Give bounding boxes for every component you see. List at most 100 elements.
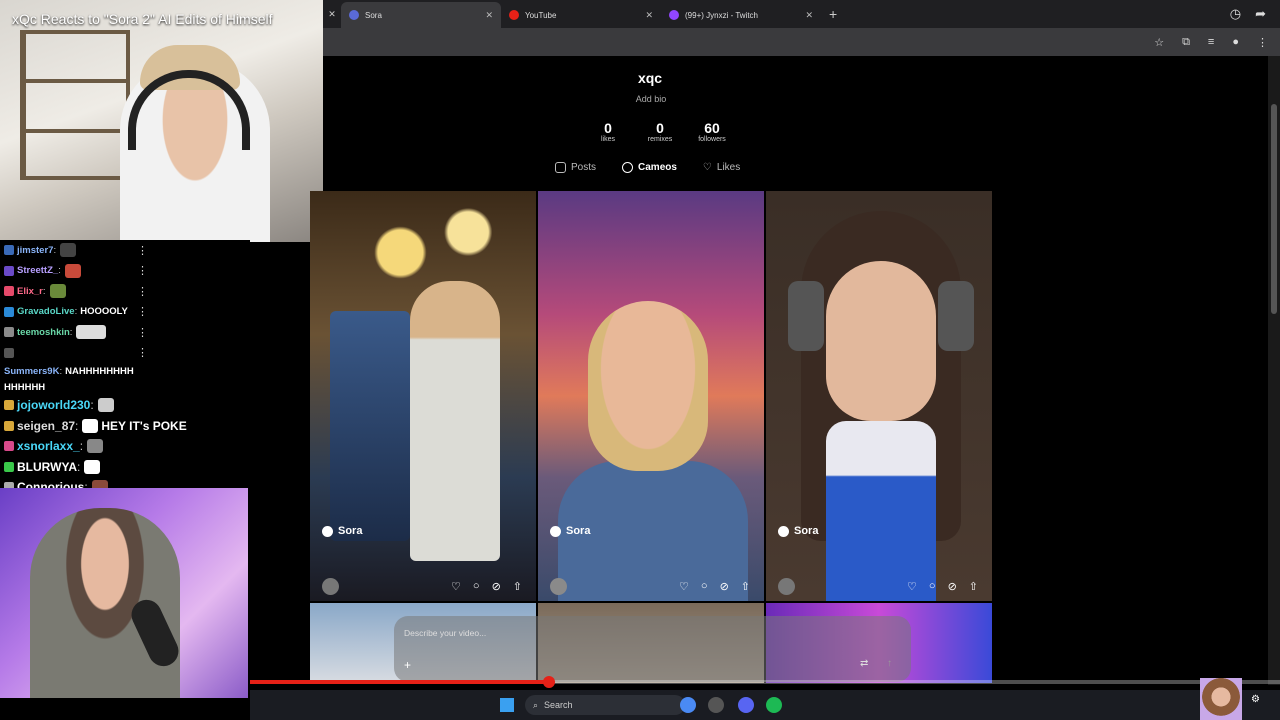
- video-card[interactable]: Sora ♡ ○ ⊘ ⇧: [538, 191, 764, 601]
- chat-username[interactable]: seigen_87: [17, 419, 75, 433]
- tab-close-icon[interactable]: ✕: [485, 10, 493, 21]
- more-icon[interactable]: ⋮: [137, 305, 148, 318]
- slot-machine: [330, 311, 410, 541]
- chat-username[interactable]: jimster7: [17, 245, 53, 256]
- tab-close-icon[interactable]: ✕: [805, 10, 813, 21]
- sora-label: Sora: [778, 525, 818, 537]
- tab-posts[interactable]: Posts: [555, 162, 596, 173]
- scrollbar-thumb[interactable]: [1271, 104, 1277, 314]
- chat-text: HOOOOLY: [80, 306, 128, 318]
- stat-label: likes: [600, 136, 615, 143]
- chat-username[interactable]: GravadoLive: [17, 306, 75, 317]
- sora-profile-page: xqc Add bio 0 likes 0 remixes 60 followe…: [310, 56, 1268, 685]
- taskbar-search[interactable]: ⌕ Search: [525, 695, 685, 715]
- share-icon[interactable]: ⇧: [969, 580, 978, 593]
- avatar[interactable]: [778, 578, 795, 595]
- remix-icon[interactable]: ⊘: [948, 580, 957, 593]
- more-icon[interactable]: ⋮: [137, 346, 148, 359]
- share-icon[interactable]: ➦: [1255, 6, 1266, 22]
- streamer-webcam: xQc Reacts to "Sora 2" AI Edits of Himse…: [0, 0, 323, 242]
- plus-icon[interactable]: +: [821, 6, 845, 22]
- tab-close-icon[interactable]: ✕: [645, 10, 653, 21]
- chat-username[interactable]: teemoshkin: [17, 327, 70, 338]
- remix-icon[interactable]: ⊘: [492, 580, 501, 593]
- spotify-icon[interactable]: [766, 697, 782, 713]
- media-icon[interactable]: ≡: [1208, 36, 1214, 48]
- heart-icon[interactable]: ♡: [451, 580, 461, 593]
- chat-message: StreettZ_: ⋮: [0, 261, 250, 282]
- more-icon[interactable]: ⋮: [137, 264, 148, 277]
- search-icon: ⌕: [533, 699, 539, 710]
- profile-icon[interactable]: ●: [1232, 36, 1239, 48]
- obs-icon[interactable]: [708, 697, 724, 713]
- star-icon[interactable]: ☆: [1154, 36, 1164, 49]
- sora-favicon-icon: [349, 10, 359, 20]
- headset-right: [938, 281, 974, 351]
- stat-label: remixes: [647, 136, 673, 143]
- chat-message: seigen_87: HEY IT's POKE: [0, 416, 250, 437]
- chat-username[interactable]: jojoworld230: [17, 398, 90, 412]
- tab-label: Posts: [571, 162, 597, 173]
- tab-likes[interactable]: ♡ Likes: [703, 162, 740, 173]
- chat-message: GravadoLive: HOOOOLY ⋮: [0, 302, 250, 323]
- menu-icon[interactable]: ⋮: [1257, 36, 1268, 49]
- stat-followers[interactable]: 60 followers: [697, 120, 727, 143]
- tab-twitch[interactable]: (99+) Jynxzi - Twitch ✕: [661, 2, 821, 28]
- prompt-input[interactable]: Describe your video...: [404, 628, 486, 638]
- emote-icon: [97, 398, 114, 413]
- close-icon[interactable]: ✕: [323, 9, 341, 20]
- face: [826, 261, 936, 421]
- heart-icon[interactable]: ♡: [907, 580, 917, 593]
- video-card[interactable]: Sora ♡ ○ ⊘ ⇧: [310, 191, 536, 601]
- discord-icon[interactable]: [738, 697, 754, 713]
- chat-username[interactable]: xsnorlaxx_: [17, 439, 80, 453]
- progress-played: [250, 680, 549, 684]
- extensions-icon[interactable]: ⧉: [1182, 36, 1190, 49]
- page-scrollbar[interactable]: [1268, 56, 1280, 685]
- chat-text: HHHHHH: [4, 381, 46, 393]
- video-card[interactable]: Sora ♡ ○ ⊘ ⇧: [766, 191, 992, 601]
- tab-youtube[interactable]: YouTube ✕: [501, 2, 661, 28]
- comment-icon[interactable]: ○: [929, 580, 936, 593]
- youtube-favicon-icon: [509, 10, 519, 20]
- tab-sora[interactable]: Sora ✕: [341, 2, 501, 28]
- video-progress-bar[interactable]: [250, 676, 1280, 688]
- windows-start-icon[interactable]: [500, 698, 514, 712]
- plus-icon[interactable]: +: [404, 658, 411, 672]
- guest-webcam: [0, 488, 248, 698]
- tab-label: (99+) Jynxzi - Twitch: [685, 10, 758, 20]
- tab-cameos[interactable]: Cameos: [622, 162, 677, 173]
- remix-icon[interactable]: ⊘: [720, 580, 729, 593]
- stat-remixes: 0 remixes: [645, 120, 675, 143]
- chat-username[interactable]: BLURWYA: [17, 460, 77, 474]
- heart-icon[interactable]: ♡: [679, 580, 689, 593]
- taskbar: ⌕ Search: [250, 690, 1280, 720]
- posts-icon: [555, 162, 566, 173]
- chat-username[interactable]: Summers9K: [4, 366, 59, 377]
- stat-value: 0: [656, 120, 664, 136]
- avatar[interactable]: [550, 578, 567, 595]
- share-icon[interactable]: ⇧: [513, 580, 522, 593]
- more-icon[interactable]: ⋮: [137, 326, 148, 339]
- share-icon[interactable]: ⇧: [741, 580, 750, 593]
- more-icon[interactable]: ⋮: [137, 285, 148, 298]
- add-bio-link[interactable]: Add bio: [629, 94, 673, 104]
- chrome-icon[interactable]: [680, 697, 696, 713]
- chat-username[interactable]: StreettZ_: [17, 265, 58, 276]
- send-icon[interactable]: ↑: [887, 658, 892, 669]
- card-actions: ♡ ○ ⊘ ⇧: [451, 580, 522, 593]
- more-icon[interactable]: ⋮: [137, 244, 148, 257]
- progress-scrubber[interactable]: [542, 676, 555, 688]
- clock-icon[interactable]: ◷: [1230, 6, 1241, 22]
- avatar[interactable]: [322, 578, 339, 595]
- heart-icon: ♡: [702, 162, 712, 173]
- video-title: xQc Reacts to "Sora 2" AI Edits of Himse…: [12, 11, 273, 27]
- settings-icon[interactable]: ⇄: [860, 658, 868, 669]
- comment-icon[interactable]: ○: [701, 580, 708, 593]
- comment-icon[interactable]: ○: [473, 580, 480, 593]
- bookshelf: [20, 30, 130, 180]
- badge-icon: [4, 400, 14, 411]
- chat-username[interactable]: Elix_r: [17, 286, 43, 297]
- settings-icon[interactable]: ⚙: [1251, 694, 1260, 705]
- badge-icon: [4, 327, 14, 338]
